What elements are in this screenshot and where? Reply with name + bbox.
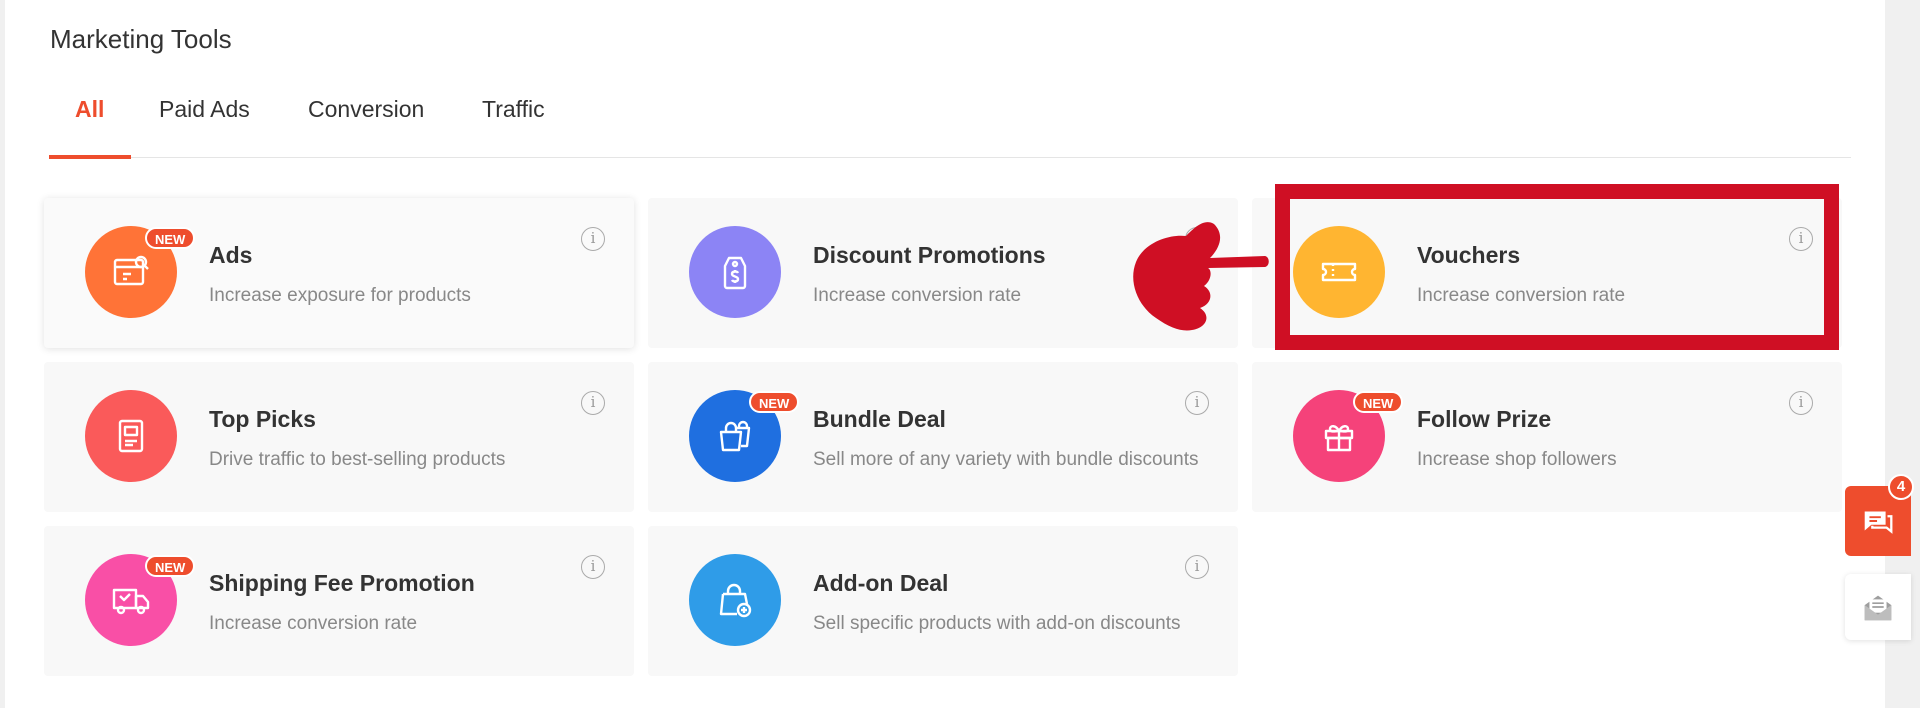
info-icon[interactable]: i	[581, 227, 605, 251]
bag-plus-icon	[689, 554, 781, 646]
chat-icon	[1864, 511, 1893, 534]
new-badge: NEW	[145, 555, 196, 577]
new-badge: NEW	[145, 227, 196, 249]
info-icon[interactable]: i	[581, 555, 605, 579]
tab-bar: All Paid Ads Conversion Traffic	[49, 90, 1851, 159]
tool-card-top-picks[interactable]: Top Picks Drive traffic to best-selling …	[44, 362, 634, 512]
card-title: Add-on Deal	[813, 570, 949, 596]
inbox-icon	[1864, 595, 1892, 621]
vouchers-highlight-box	[1275, 184, 1839, 350]
tab-conversion[interactable]: Conversion	[308, 96, 424, 158]
new-badge: NEW	[749, 391, 800, 413]
message-button[interactable]	[1845, 574, 1911, 640]
tab-paid-ads[interactable]: Paid Ads	[159, 96, 250, 158]
card-title: Bundle Deal	[813, 406, 946, 432]
price-tag-icon	[689, 226, 781, 318]
tab-traffic[interactable]: Traffic	[482, 96, 545, 158]
card-title: Discount Promotions	[813, 242, 1046, 268]
active-tab-indicator	[49, 155, 131, 159]
card-description: Drive traffic to best-selling products	[209, 449, 506, 470]
info-icon[interactable]: i	[581, 391, 605, 415]
marketing-tools-panel: Marketing Tools All Paid Ads Conversion …	[5, 0, 1885, 708]
card-description: Increase exposure for products	[209, 285, 471, 306]
info-icon[interactable]: i	[1789, 391, 1813, 415]
tool-card-ads[interactable]: NEW Ads Increase exposure for products i	[44, 198, 634, 348]
info-icon[interactable]: i	[1185, 555, 1209, 579]
tool-card-add-on-deal[interactable]: Add-on Deal Sell specific products with …	[648, 526, 1238, 676]
chat-unread-badge: 4	[1888, 474, 1914, 500]
document-icon	[85, 390, 177, 482]
tool-card-shipping-fee-promotion[interactable]: NEW Shipping Fee Promotion Increase conv…	[44, 526, 634, 676]
card-description: Sell specific products with add-on disco…	[813, 613, 1181, 634]
card-title: Top Picks	[209, 406, 316, 432]
pointing-hand-icon	[1133, 222, 1269, 331]
card-description: Increase conversion rate	[209, 613, 418, 634]
tool-card-follow-prize[interactable]: NEW Follow Prize Increase shop followers…	[1252, 362, 1842, 512]
card-description: Increase shop followers	[1417, 449, 1617, 470]
card-title: Shipping Fee Promotion	[209, 570, 475, 596]
new-badge: NEW	[1353, 391, 1404, 413]
card-title: Ads	[209, 242, 253, 268]
tool-card-bundle-deal[interactable]: NEW Bundle Deal Sell more of any variety…	[648, 362, 1238, 512]
tab-all[interactable]: All	[75, 96, 104, 158]
card-title: Follow Prize	[1417, 406, 1552, 432]
page-title: Marketing Tools	[50, 24, 232, 54]
card-description: Sell more of any variety with bundle dis…	[813, 449, 1199, 470]
info-icon[interactable]: i	[1185, 391, 1209, 415]
